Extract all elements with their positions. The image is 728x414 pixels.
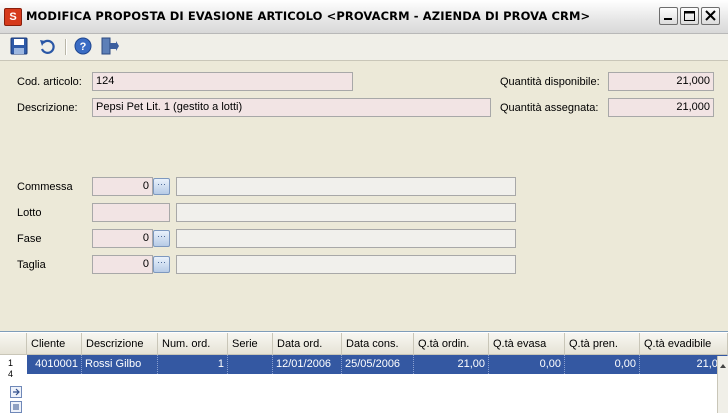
qta-disponibile-field[interactable]: 21,000: [608, 72, 714, 91]
column-header-data-ord[interactable]: Data ord.: [273, 333, 342, 355]
column-header-data-cons[interactable]: Data cons.: [342, 333, 414, 355]
cell-data-cons[interactable]: 25/05/2006: [342, 355, 414, 374]
fase-label: Fase: [17, 233, 42, 245]
fase-description: [176, 229, 516, 248]
maximize-icon: [684, 11, 695, 21]
column-header-num-ord[interactable]: Num. ord.: [158, 333, 228, 355]
grid-options-icon[interactable]: [10, 386, 22, 398]
window-title: MODIFICA PROPOSTA DI EVASIONE ARTICOLO <…: [26, 9, 591, 23]
help-icon: ?: [74, 37, 92, 55]
qta-assegnata-label: Quantità assegnata:: [500, 102, 599, 114]
cell-qta-pren[interactable]: 0,00: [565, 355, 640, 374]
row-indicator: 1 4: [7, 356, 25, 413]
undo-icon: [40, 39, 55, 54]
lotto-field[interactable]: [92, 203, 170, 222]
cell-qta-evasa[interactable]: 0,00: [489, 355, 565, 374]
column-header-qta-ordin[interactable]: Q.tà ordin.: [414, 333, 489, 355]
commessa-lookup-button[interactable]: ···: [153, 178, 170, 195]
save-icon: [10, 37, 28, 55]
vertical-scrollbar[interactable]: [717, 356, 728, 413]
column-header-qta-evasa[interactable]: Q.tà evasa: [489, 333, 565, 355]
cell-qta-ordin[interactable]: 21,00: [414, 355, 489, 374]
taglia-field[interactable]: 0: [92, 255, 153, 274]
descrizione-label: Descrizione:: [17, 102, 78, 114]
minimize-button[interactable]: [659, 7, 678, 25]
column-header-descrizione[interactable]: Descrizione: [82, 333, 158, 355]
commessa-description: [176, 177, 516, 196]
table-row[interactable]: 4010001 Rossi Gilbo 1 12/01/2006 25/05/2…: [0, 355, 728, 374]
maximize-button[interactable]: [680, 7, 699, 25]
fase-lookup-button[interactable]: ···: [153, 230, 170, 247]
lotto-label: Lotto: [17, 207, 42, 219]
descrizione-field[interactable]: Pepsi Pet Lit. 1 (gestito a lotti): [92, 98, 491, 117]
exit-icon: [101, 37, 119, 55]
fase-field[interactable]: 0: [92, 229, 153, 248]
cell-num-ord[interactable]: 1: [158, 355, 228, 374]
column-header-serie[interactable]: Serie: [228, 333, 273, 355]
cell-descrizione[interactable]: Rossi Gilbo: [82, 355, 158, 374]
cell-data-ord[interactable]: 12/01/2006: [273, 355, 342, 374]
grid-corner: [0, 333, 27, 355]
cell-cliente[interactable]: 4010001: [27, 355, 82, 374]
minimize-icon: [664, 18, 672, 20]
save-button[interactable]: [8, 36, 30, 56]
taglia-lookup-button[interactable]: ···: [153, 256, 170, 273]
grid-list-icon[interactable]: [10, 401, 22, 413]
exit-button[interactable]: [99, 36, 121, 56]
taglia-description: [176, 255, 516, 274]
svg-text:?: ?: [80, 41, 87, 53]
undo-button[interactable]: [36, 36, 58, 56]
lotto-description: [176, 203, 516, 222]
qta-disponibile-label: Quantità disponibile:: [500, 76, 600, 88]
commessa-field[interactable]: 0: [92, 177, 153, 196]
column-header-qta-pren[interactable]: Q.tà pren.: [565, 333, 640, 355]
taglia-label: Taglia: [17, 259, 46, 271]
close-button[interactable]: [701, 7, 720, 25]
close-icon: [705, 10, 716, 21]
cell-qta-evadibile[interactable]: 21,00: [640, 355, 728, 374]
grid-header: Cliente Descrizione Num. ord. Serie Data…: [0, 333, 728, 355]
scroll-up-icon[interactable]: [718, 356, 728, 376]
column-header-cliente[interactable]: Cliente: [27, 333, 82, 355]
cod-articolo-field[interactable]: 124: [92, 72, 353, 91]
app-icon: S: [4, 8, 22, 26]
toolbar-separator: [65, 39, 67, 55]
commessa-label: Commessa: [17, 181, 73, 193]
help-button[interactable]: ?: [72, 36, 94, 56]
row-number: 1: [8, 358, 14, 368]
cod-articolo-label: Cod. articolo:: [17, 76, 82, 88]
row-count: 4: [8, 369, 14, 379]
column-header-qta-evadibile[interactable]: Q.tà evadibile: [640, 333, 728, 355]
cell-serie[interactable]: [228, 355, 273, 374]
qta-assegnata-field[interactable]: 21,000: [608, 98, 714, 117]
